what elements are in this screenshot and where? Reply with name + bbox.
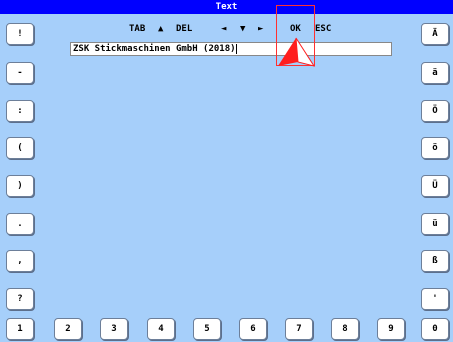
mouse-pointer-icon (278, 37, 316, 67)
